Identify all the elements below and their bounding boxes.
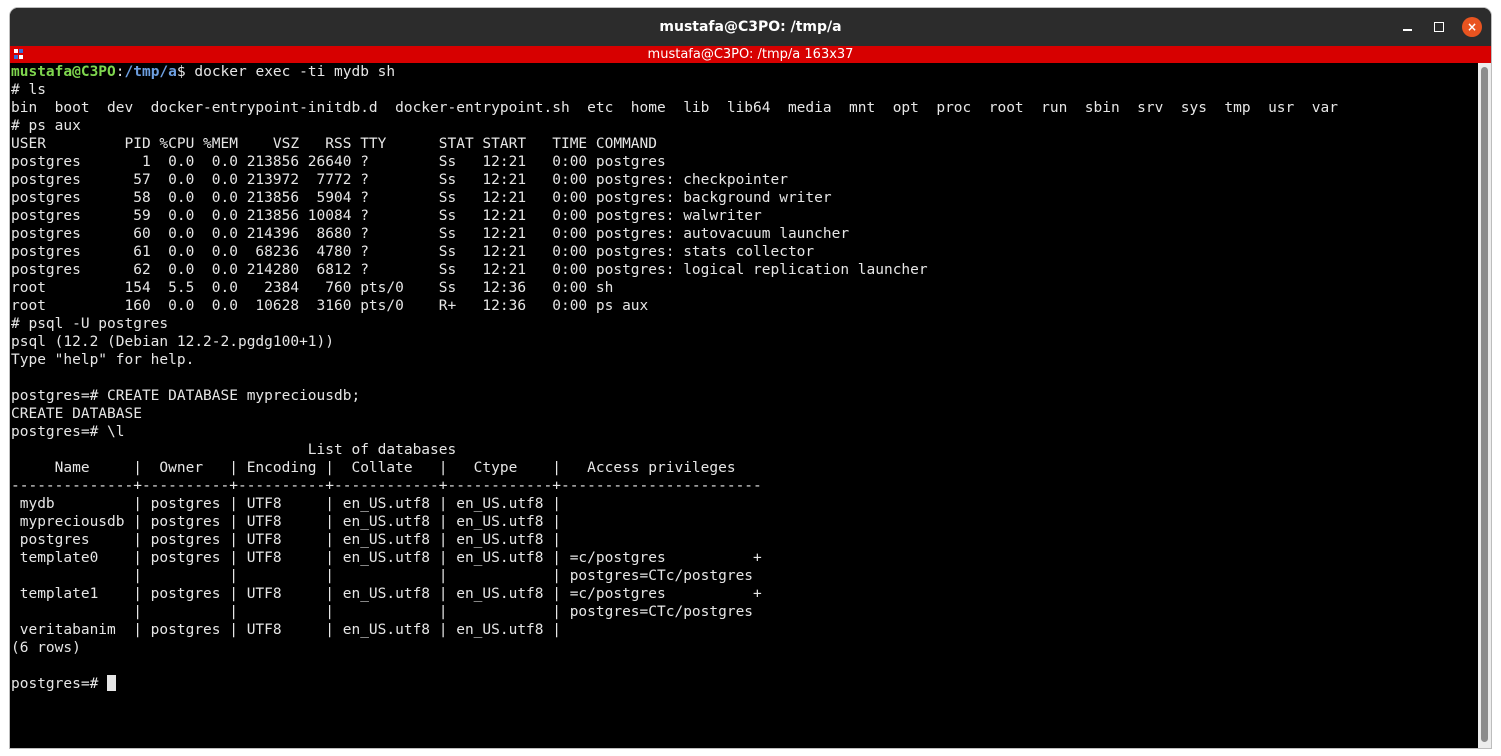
close-icon: × [1466,20,1478,34]
terminal-line: mypreciousdb | postgres | UTF8 | en_US.u… [11,514,561,530]
terminal-output: mustafa@C3PO:/tmp/a$ docker exec -ti myd… [11,63,1338,693]
terminal-line: postgres 61 0.0 0.0 68236 4780 ? Ss 12:2… [11,244,815,260]
vertical-scrollbar[interactable] [1478,63,1491,748]
terminal-line: template1 | postgres | UTF8 | en_US.utf8… [11,586,762,602]
prompt-symbol: $ [176,64,186,80]
terminal-line: bin boot dev docker-entrypoint-initdb.d … [11,100,1338,116]
terminal-line: postgres 60 0.0 0.0 214396 8680 ? Ss 12:… [11,226,850,242]
title-bar[interactable]: mustafa@C3PO: /tmp/a × [10,8,1491,46]
terminal-size-label: mustafa@C3PO: /tmp/a 163x37 [647,47,854,62]
terminal-line: postgres 57 0.0 0.0 213972 7772 ? Ss 12:… [11,172,788,188]
maximize-button[interactable] [1429,17,1449,37]
terminal-line: postgres 62 0.0 0.0 214280 6812 ? Ss 12:… [11,262,928,278]
scrollbar-thumb[interactable] [1481,67,1488,742]
terminal-line: root 160 0.0 0.0 10628 3160 pts/0 R+ 12:… [11,298,649,314]
terminal-line: postgres=# \l [11,424,125,440]
terminal-window: mustafa@C3PO: /tmp/a × mustafa@C3PO: /tm… [10,8,1491,748]
final-prompt: postgres=# [11,676,108,692]
terminal-line: # psql -U postgres [11,316,169,332]
minimize-button[interactable] [1397,17,1417,37]
terminal-line: USER PID %CPU %MEM VSZ RSS TTY STAT STAR… [11,136,658,152]
terminal-lines: # ls bin boot dev docker-entrypoint-init… [11,82,1338,656]
terminal-line: veritabanim | postgres | UTF8 | en_US.ut… [11,622,561,638]
terminal-line: # ls [11,82,46,98]
prompt-user: mustafa@C3PO [11,64,116,80]
terminal-line: --------------+----------+----------+---… [11,478,762,494]
prompt-command: docker exec -ti mydb sh [185,64,396,80]
terminal-line: postgres | postgres | UTF8 | en_US.utf8 … [11,532,561,548]
terminal-output-area[interactable]: mustafa@C3PO:/tmp/a$ docker exec -ti myd… [10,63,1478,748]
terminal-line: | | | | | postgres=CTc/postgres [11,568,754,584]
prompt-separator: : [115,64,125,80]
prompt-path: /tmp/a [124,64,177,80]
terminal-line: postgres 58 0.0 0.0 213856 5904 ? Ss 12:… [11,190,832,206]
terminal-line: postgres=# CREATE DATABASE mypreciousdb; [11,388,361,404]
maximize-icon [1434,22,1444,32]
terminal-line: | | | | | postgres=CTc/postgres [11,604,754,620]
terminal-line: Type "help" for help. [11,352,195,368]
minimize-icon [1402,29,1412,31]
terminal-line: Name | Owner | Encoding | Collate | Ctyp… [11,460,736,476]
terminal-line: (6 rows) [11,640,81,656]
window-title: mustafa@C3PO: /tmp/a [659,19,842,35]
terminal-line: List of databases [11,442,457,458]
terminal-info-bar: mustafa@C3PO: /tmp/a 163x37 [10,46,1491,63]
text-cursor [107,675,117,691]
terminal-line: psql (12.2 (Debian 12.2-2.pgdg100+1)) [11,334,335,350]
terminal-line: # ps aux [11,118,81,134]
terminal-line: CREATE DATABASE [11,406,142,422]
terminal-line: mydb | postgres | UTF8 | en_US.utf8 | en… [11,496,561,512]
terminal-line: root 154 5.5 0.0 2384 760 pts/0 Ss 12:36… [11,280,614,296]
terminal-line: postgres 1 0.0 0.0 213856 26640 ? Ss 12:… [11,154,666,170]
prompt-line: mustafa@C3PO:/tmp/a$ docker exec -ti myd… [11,64,395,80]
close-button[interactable]: × [1462,17,1482,37]
terminal-line: template0 | postgres | UTF8 | en_US.utf8… [11,550,762,566]
terminal-line: postgres 59 0.0 0.0 213856 10084 ? Ss 12… [11,208,762,224]
